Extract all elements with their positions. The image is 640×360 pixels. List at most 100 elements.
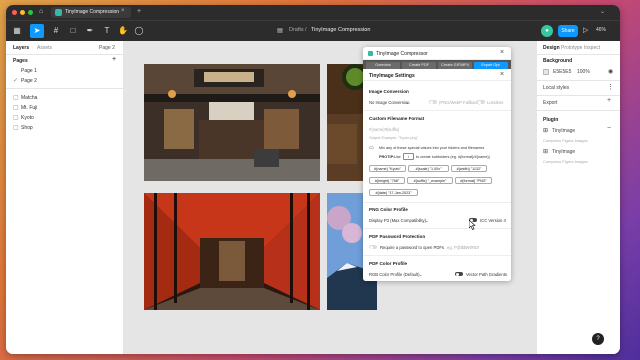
lossless-toggle[interactable] xyxy=(477,100,485,104)
vector-label: Vector Path Gradients xyxy=(466,272,507,277)
file-name-chevron-icon[interactable]: ⌄ xyxy=(363,27,368,33)
filename-input[interactable]: #{name}#{suffix} xyxy=(369,127,399,132)
close-window-button[interactable] xyxy=(12,10,17,15)
tab-inspect[interactable]: Inspect xyxy=(584,45,600,51)
tab-assets[interactable]: Assets xyxy=(37,45,52,51)
chevron-down-icon[interactable]: ⌄ xyxy=(425,218,429,223)
layer-item[interactable]: ▢ Mt. Fuji xyxy=(13,103,123,113)
token-chip[interactable]: #{format} "PNG" xyxy=(455,177,492,184)
home-icon[interactable]: ⌂ xyxy=(39,8,43,15)
tab-layers[interactable]: Layers xyxy=(13,45,29,51)
pdf-color-heading: PDF Color Profile xyxy=(369,261,408,266)
output-example: Output Example: "Kyoto.png" xyxy=(369,136,419,140)
breadcrumb-folder[interactable]: Drafts xyxy=(289,27,304,33)
token-chip[interactable]: #{height} "768" xyxy=(369,177,405,184)
frame-tool-icon[interactable]: # xyxy=(49,24,63,38)
tab-prototype[interactable]: Prototype xyxy=(561,45,582,51)
tab-create-pdf[interactable]: Create PDF xyxy=(402,62,436,69)
move-tool-icon[interactable]: ➤ xyxy=(30,24,44,38)
tab-overview[interactable]: Overview xyxy=(366,62,400,69)
token-chip[interactable]: #{suffix} "_example" xyxy=(407,177,453,184)
fallback-toggle[interactable] xyxy=(429,100,437,104)
bg-opacity[interactable]: 100% xyxy=(577,69,590,75)
new-tab-icon[interactable]: + xyxy=(137,8,141,15)
page-item-active[interactable]: ✓ Page 2 xyxy=(13,76,123,86)
tab-export[interactable]: Export Opt. xyxy=(474,62,508,69)
file-name[interactable]: TinyImage Compression xyxy=(311,27,370,33)
present-icon[interactable]: ▷ xyxy=(583,26,588,34)
divider xyxy=(363,228,511,229)
page-selector[interactable]: Page 2 xyxy=(99,45,115,51)
bg-swatch[interactable] xyxy=(543,69,549,75)
remove-plugin-icon[interactable]: − xyxy=(607,125,611,132)
token-chip[interactable]: #{scale} "1.00x" xyxy=(408,165,449,172)
divider xyxy=(6,54,124,55)
breadcrumb-separator: / xyxy=(305,27,307,33)
pdf-password-input[interactable]: eg. P@$$W0RD! xyxy=(447,245,479,250)
minimize-window-button[interactable] xyxy=(20,10,25,15)
shop-image[interactable] xyxy=(144,64,320,181)
protip-use: Use xyxy=(394,155,401,159)
eye-icon[interactable]: ◉ xyxy=(608,68,613,75)
shop-photo-svg xyxy=(144,64,320,181)
settings-header: TinyImage Settings × xyxy=(363,69,511,81)
tab-design[interactable]: Design xyxy=(543,45,560,51)
local-styles-icon[interactable]: ⋮ xyxy=(607,83,614,91)
conversion-select[interactable]: No Image Conversion xyxy=(369,100,410,105)
png-profile-heading: PNG Color Profile xyxy=(369,207,408,212)
image-conversion-heading: Image Conversion xyxy=(369,89,409,94)
token-chip[interactable]: #{width} "1132" xyxy=(451,165,487,172)
share-button[interactable]: Share xyxy=(558,25,578,37)
layer-item[interactable]: ▢ Matcha xyxy=(13,93,123,103)
layer-item[interactable]: ▢ Kyoto xyxy=(13,113,123,123)
pdf-password-label: Require a password to open PDFs xyxy=(380,245,445,250)
divider xyxy=(537,54,620,55)
plugin-window: TinyImage Compressor × Overview Create P… xyxy=(363,47,511,281)
tab-create-gif[interactable]: Create GIF/MP4 xyxy=(438,62,472,69)
vector-toggle[interactable] xyxy=(455,272,463,276)
icc-label: ICC Version 4 xyxy=(480,218,506,223)
help-button[interactable]: ? xyxy=(592,333,604,345)
export-label[interactable]: Export xyxy=(543,100,557,106)
pages-heading: Pages xyxy=(13,58,28,64)
bg-hex[interactable]: E5E5E5 xyxy=(553,69,571,75)
kyoto-image[interactable] xyxy=(144,193,320,310)
hand-tool-icon[interactable]: ✋ xyxy=(116,24,130,38)
token-chip[interactable]: #{name} "Kyoto" xyxy=(369,165,406,172)
close-icon[interactable]: × xyxy=(500,71,504,78)
chevron-down-icon[interactable]: ⌄ xyxy=(406,100,410,105)
maximize-window-button[interactable] xyxy=(28,10,33,15)
chevron-down-icon[interactable]: ⌄ xyxy=(419,272,423,277)
plugin-icon: ⊞ xyxy=(543,128,549,134)
pdf-password-toggle[interactable] xyxy=(369,245,377,249)
layer-item[interactable]: ▢ Shop xyxy=(13,123,123,133)
file-tab[interactable]: TinyImage Compression × xyxy=(51,7,131,18)
main-menu-icon[interactable]: ▦ xyxy=(10,24,24,38)
image-icon: ▢ xyxy=(13,125,19,131)
shape-tool-icon[interactable]: □ xyxy=(66,24,80,38)
protip-slash: / xyxy=(403,153,414,160)
pdf-password-heading: PDF Password Protection xyxy=(369,234,426,239)
pdf-color-select[interactable]: RGB Color Profile (Default) xyxy=(369,272,420,277)
text-tool-icon[interactable]: T xyxy=(100,24,114,38)
mouse-cursor-icon xyxy=(469,220,476,230)
local-styles[interactable]: Local styles xyxy=(543,85,569,91)
divider xyxy=(363,110,511,111)
close-icon[interactable]: × xyxy=(500,49,504,56)
close-tab-icon[interactable]: × xyxy=(121,8,125,14)
settings-title: TinyImage Settings xyxy=(369,73,415,79)
plugin-description: Compress Figma Images xyxy=(543,159,588,164)
png-profile-select[interactable]: Display P3 (Max Compatibility) xyxy=(369,218,426,223)
page-item[interactable]: Page 1 xyxy=(13,66,123,76)
comment-tool-icon[interactable]: ◯ xyxy=(132,24,146,38)
avatar[interactable]: ● xyxy=(541,25,553,37)
add-export-icon[interactable]: + xyxy=(607,97,611,104)
plugin-name[interactable]: TinyImage xyxy=(552,128,575,134)
plugin-heading: Plugin xyxy=(543,117,559,123)
plugin-name[interactable]: TinyImage xyxy=(552,149,575,155)
token-chip[interactable]: #{date} "17-Jan-2023" xyxy=(369,189,418,196)
chevron-down-icon[interactable]: ⌄ xyxy=(600,8,605,15)
zoom-level[interactable]: 46% xyxy=(596,27,606,33)
add-page-icon[interactable]: + xyxy=(112,56,116,63)
pen-tool-icon[interactable]: ✒ xyxy=(83,24,97,38)
